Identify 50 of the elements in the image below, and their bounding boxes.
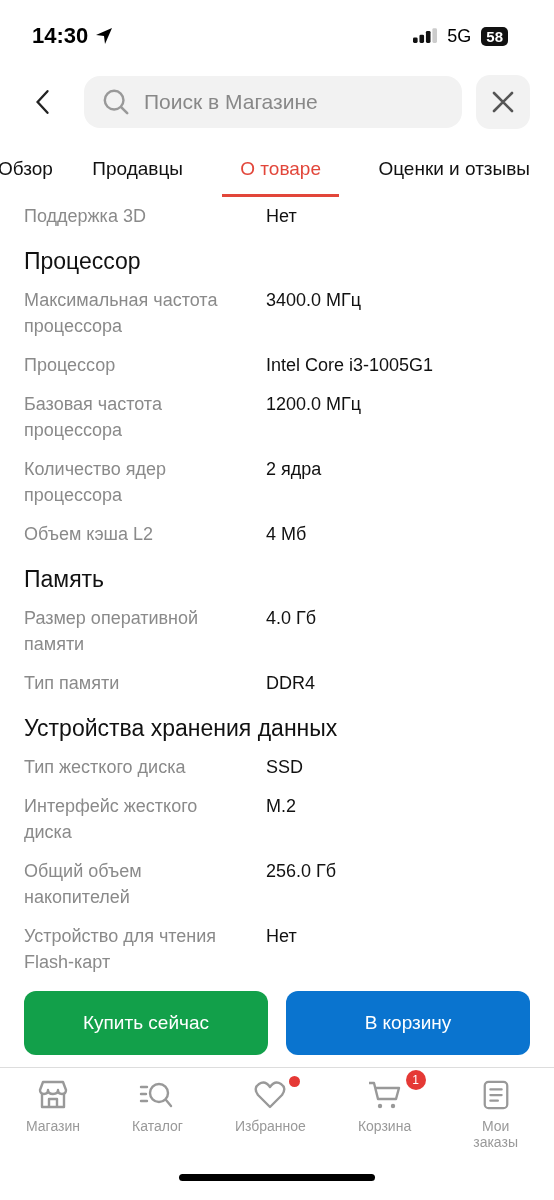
- spec-value: 1200.0 МГц: [266, 393, 363, 416]
- cart-count-badge: 1: [405, 1070, 426, 1090]
- spec-value: Нет: [266, 205, 298, 228]
- spec-label: Интерфейс жесткого диска: [24, 795, 199, 844]
- spec-value: M.2: [266, 795, 297, 818]
- nav-item[interactable]: Избранное: [208, 1068, 332, 1150]
- spec-label: Количество ядер процессора: [24, 458, 167, 507]
- spec-label: Устройство для чтения Flash-карт: [24, 925, 218, 974]
- nav-item[interactable]: 1 Корзина: [331, 1068, 438, 1150]
- section-title: Процессор: [24, 248, 142, 275]
- search-field[interactable]: Поиск в Магазине: [84, 76, 462, 128]
- spec-label: Общий объем накопителей: [24, 860, 143, 909]
- tab[interactable]: Оценки и отзывы: [378, 150, 530, 197]
- spec-label: Объем кэша L2: [24, 523, 155, 546]
- spec-value: Нет: [266, 925, 298, 948]
- close-icon: [491, 90, 515, 114]
- location-arrow-icon: [94, 26, 115, 46]
- signal-icon: [413, 27, 438, 45]
- spec-value: DDR4: [266, 672, 316, 695]
- spec-value: 3400.0 МГц: [266, 289, 363, 312]
- close-button[interactable]: [476, 75, 530, 129]
- network-label: 5G: [447, 25, 472, 47]
- spec-value: 256.0 Гб: [266, 860, 338, 883]
- spec-value: 4 Мб: [266, 523, 308, 546]
- spec-value: 4.0 Гб: [266, 607, 318, 630]
- add-to-cart-button[interactable]: В корзину: [286, 991, 530, 1055]
- storefront-icon: [37, 1079, 69, 1111]
- nav-item[interactable]: Каталог: [106, 1068, 209, 1150]
- spec-label: Максимальная частота процессора: [24, 289, 219, 338]
- cart-icon: [367, 1079, 402, 1111]
- spec-label: Базовая частота процессора: [24, 393, 163, 442]
- spec-value: SSD: [266, 756, 304, 779]
- nav-item[interactable]: Мои заказы: [437, 1068, 554, 1150]
- spec-label: Размер оперативной памяти: [24, 607, 200, 656]
- buy-now-button[interactable]: Купить сейчас: [24, 991, 268, 1055]
- chevron-left-icon: [34, 88, 52, 116]
- spec-value: Intel Core i3-1005G1: [266, 354, 435, 377]
- heart-icon: [254, 1079, 287, 1111]
- spec-label: Тип жесткого диска: [24, 756, 187, 779]
- section-title: Устройства хранения данных: [24, 715, 339, 742]
- spec-label: Поддержка 3D: [24, 205, 147, 228]
- battery-indicator: 58: [481, 26, 508, 46]
- tab[interactable]: Продавцы: [92, 150, 183, 197]
- spec-label: Тип памяти: [24, 672, 121, 695]
- spec-label: Процессор: [24, 354, 117, 377]
- tab[interactable]: О товаре: [222, 150, 339, 197]
- spec-value: 2 ядра: [266, 458, 323, 481]
- section-title: Память: [24, 566, 106, 593]
- nav-item[interactable]: Магазин: [0, 1068, 106, 1150]
- status-time: 14:30: [32, 23, 89, 49]
